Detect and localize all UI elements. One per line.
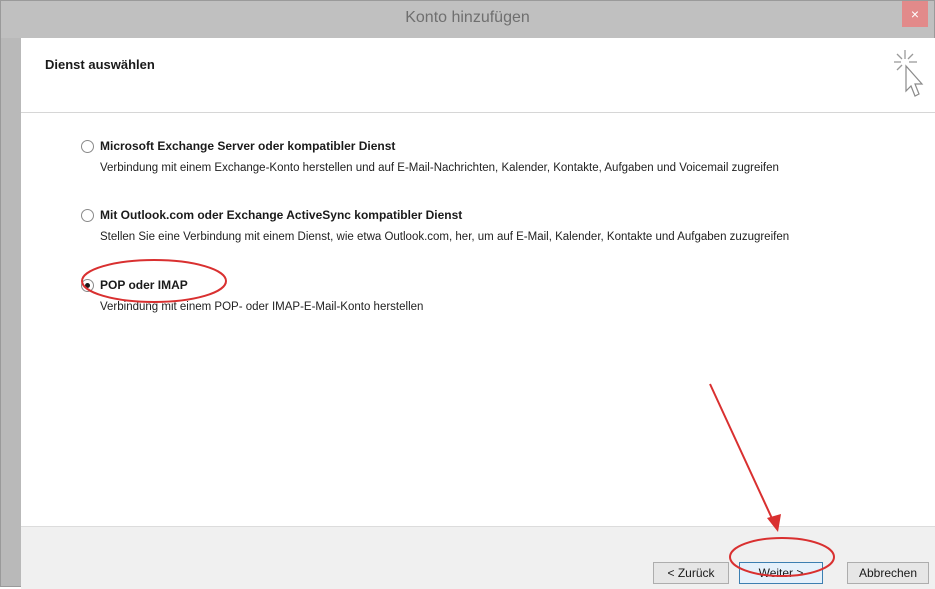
page-title: Dienst auswählen — [45, 57, 155, 72]
radio-outlook-activesync[interactable] — [81, 209, 94, 222]
dialog-header: Dienst auswählen — [21, 38, 935, 113]
option-outlook-activesync-description: Stellen Sie eine Verbindung mit einem Di… — [100, 231, 790, 243]
title-bar[interactable]: Konto hinzufügen × — [1, 1, 934, 38]
add-account-dialog: Konto hinzufügen × Dienst auswählen Micr… — [0, 0, 935, 589]
next-button[interactable]: Weiter > — [739, 562, 823, 584]
option-pop-imap-label: POP oder IMAP — [100, 278, 188, 292]
option-outlook-activesync-label: Mit Outlook.com oder Exchange ActiveSync… — [100, 208, 463, 222]
cancel-button[interactable]: Abbrechen — [847, 562, 929, 584]
button-bar: < Zurück Weiter > Abbrechen — [21, 526, 935, 589]
wand-icon — [894, 50, 924, 97]
back-button[interactable]: < Zurück — [653, 562, 729, 584]
radio-pop-imap[interactable] — [81, 279, 94, 292]
close-button[interactable]: × — [902, 1, 928, 27]
dialog-content: Dienst auswählen Microsoft Exchange Serv… — [21, 38, 935, 589]
option-pop-imap-description: Verbindung mit einem POP- oder IMAP-E-Ma… — [100, 301, 424, 313]
option-exchange-description: Verbindung mit einem Exchange-Konto hers… — [100, 162, 779, 174]
window-title: Konto hinzufügen — [405, 9, 530, 26]
radio-exchange[interactable] — [81, 140, 94, 153]
close-icon: × — [910, 6, 920, 22]
option-exchange-label: Microsoft Exchange Server oder kompatibl… — [100, 139, 396, 153]
service-options: Microsoft Exchange Server oder kompatibl… — [21, 113, 935, 526]
